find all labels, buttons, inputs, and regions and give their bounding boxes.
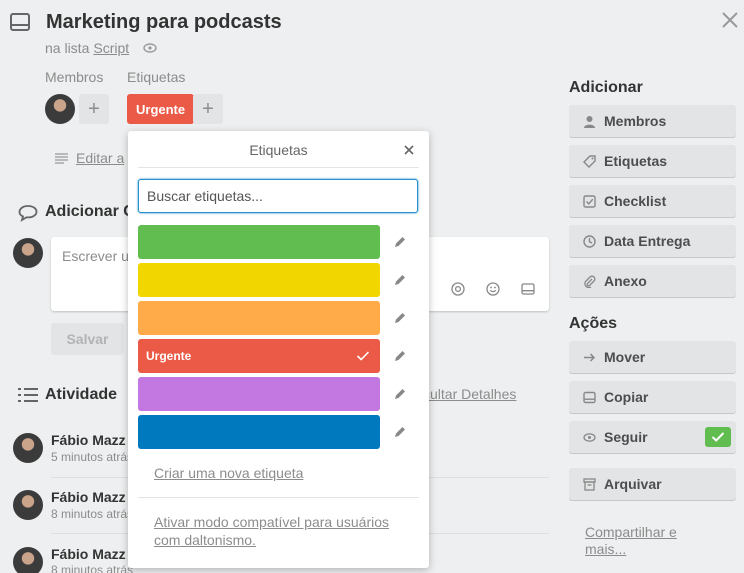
labels-button-label: Etiquetas: [604, 153, 668, 169]
activity-author[interactable]: Fábio Mazz: [51, 432, 126, 448]
close-icon[interactable]: [720, 10, 740, 30]
add-section-title: Adicionar: [569, 79, 643, 96]
copy-button[interactable]: Copiar: [569, 381, 736, 413]
label-option-orange[interactable]: [138, 301, 380, 335]
label-option-purple[interactable]: [138, 377, 380, 411]
comment-icon: [18, 205, 38, 222]
person-icon: [584, 115, 595, 128]
activity-time[interactable]: 5 minutos atrás: [51, 450, 133, 464]
avatar[interactable]: [45, 94, 75, 124]
popover-separator: [138, 167, 419, 168]
label-option-green[interactable]: [138, 225, 380, 259]
avatar: [13, 547, 43, 573]
pencil-icon[interactable]: [393, 273, 407, 287]
add-member-button[interactable]: +: [79, 94, 109, 124]
archive-button-label: Arquivar: [604, 476, 662, 492]
card-link-icon[interactable]: [521, 282, 535, 296]
colorblind-line-2: com daltonismo.: [154, 532, 256, 548]
label-option-text: Urgente: [146, 349, 192, 363]
labels-button[interactable]: Etiquetas: [569, 145, 736, 177]
checkbox-icon: [583, 194, 596, 208]
label-option-blue[interactable]: [138, 415, 380, 449]
create-label-link[interactable]: Criar uma nova etiqueta: [154, 464, 303, 482]
pencil-icon[interactable]: [393, 387, 407, 401]
label-option-yellow[interactable]: [138, 263, 380, 297]
at-mention-icon[interactable]: [451, 282, 465, 296]
archive-button[interactable]: Arquivar: [569, 468, 736, 500]
avatar: [13, 490, 43, 520]
close-icon[interactable]: [402, 143, 416, 157]
label-chip-urgente[interactable]: Urgente: [127, 94, 195, 124]
activity-time[interactable]: 8 minutos atrás: [51, 507, 133, 521]
activity-time[interactable]: 8 minutos atrás: [51, 563, 133, 573]
card-icon: [10, 13, 30, 31]
eye-icon: [583, 432, 596, 442]
clock-icon: [583, 234, 596, 248]
list-link[interactable]: Script: [93, 40, 129, 56]
attachment-button[interactable]: Anexo: [569, 265, 736, 297]
tag-icon: [583, 154, 596, 168]
label-option-red[interactable]: Urgente: [138, 339, 380, 373]
in-list-line: na lista Script: [45, 40, 157, 56]
avatar: [13, 238, 43, 268]
attachment-button-label: Anexo: [604, 273, 647, 289]
colorblind-line-1: Ativar modo compatível para usuários: [154, 514, 389, 530]
labels-heading: Etiquetas: [127, 69, 186, 85]
arrow-right-icon: [584, 352, 596, 362]
check-icon: [356, 351, 370, 361]
members-button[interactable]: Membros: [569, 105, 736, 137]
members-heading: Membros: [45, 69, 104, 85]
members-button-label: Membros: [604, 113, 667, 129]
activity-title: Atividade: [45, 386, 118, 403]
comment-placeholder: Escrever u: [62, 248, 129, 264]
add-comment-title: Adicionar C: [45, 203, 135, 220]
move-button[interactable]: Mover: [569, 341, 736, 373]
avatar: [13, 433, 43, 463]
pencil-icon[interactable]: [393, 425, 407, 439]
due-date-button[interactable]: Data Entrega: [569, 225, 736, 257]
pencil-icon[interactable]: [393, 235, 407, 249]
actions-section-title: Ações: [569, 315, 618, 332]
colorblind-mode-link[interactable]: Ativar modo compatível para usuários com…: [154, 513, 414, 549]
in-list-prefix: na lista: [45, 40, 90, 56]
paperclip-icon: [584, 275, 596, 288]
eye-icon: [143, 43, 157, 53]
activity-icon: [18, 388, 38, 402]
edit-description-link[interactable]: Editar a: [76, 150, 124, 166]
description-icon: [55, 152, 68, 164]
follow-button-label: Seguir: [604, 429, 648, 445]
pencil-icon[interactable]: [393, 349, 407, 363]
archive-icon: [583, 477, 596, 491]
save-button[interactable]: Salvar: [51, 323, 124, 355]
hide-details-link[interactable]: cultar Detalhes: [423, 386, 516, 402]
checklist-button[interactable]: Checklist: [569, 185, 736, 217]
edit-description[interactable]: Editar a: [55, 150, 124, 166]
checklist-button-label: Checklist: [604, 193, 667, 209]
pencil-icon[interactable]: [393, 311, 407, 325]
popover-separator: [138, 497, 419, 498]
add-label-button[interactable]: +: [193, 94, 223, 124]
copy-button-label: Copiar: [604, 389, 649, 405]
emoji-icon[interactable]: [486, 282, 500, 296]
follow-button[interactable]: Seguir: [569, 421, 736, 453]
card-icon: [583, 391, 596, 403]
activity-author[interactable]: Fábio Mazz: [51, 546, 126, 562]
due-date-button-label: Data Entrega: [604, 233, 691, 249]
check-icon: [705, 427, 731, 447]
label-search-input[interactable]: [138, 179, 418, 213]
activity-author[interactable]: Fábio Mazz: [51, 489, 126, 505]
card-title[interactable]: Marketing para podcasts: [46, 11, 282, 34]
labels-popover: Etiquetas Urgente Criar uma nova etiquet…: [128, 131, 429, 568]
popover-title: Etiquetas: [249, 142, 308, 158]
share-more-link[interactable]: Compartilhar e mais...: [585, 524, 705, 558]
move-button-label: Mover: [604, 349, 646, 365]
